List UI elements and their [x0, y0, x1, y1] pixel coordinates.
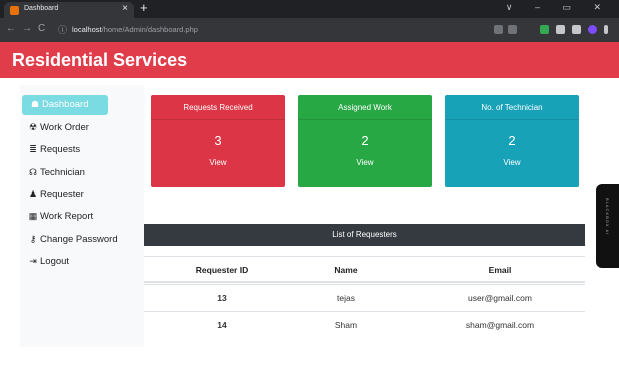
card-count: 2 [361, 133, 369, 148]
email-cell: user@gmail.com [468, 293, 532, 303]
gears-icon: ☢ [28, 122, 38, 132]
widget-label: BLACKBOX AI [605, 198, 610, 236]
sidebar: ☗ Dashboard ☢ Work Order ≣ Requests ☊ Te… [20, 85, 144, 347]
card-count: 3 [214, 133, 222, 148]
sidebar-item-work-report[interactable]: ▦ Work Report [20, 207, 144, 227]
name-cell: Sham [334, 320, 358, 330]
site-info-icon[interactable]: ⓘ [58, 23, 67, 36]
email-cell: sham@gmail.com [465, 320, 535, 330]
view-link[interactable]: View [151, 158, 285, 167]
sidebar-item-label: Requests [40, 144, 81, 155]
browser-tab[interactable]: Dashboard × [4, 2, 134, 18]
table-icon: ▦ [28, 211, 38, 221]
star-icon[interactable] [508, 25, 517, 34]
table-row: 13 tejas user@gmail.com [144, 284, 585, 311]
sidebar-item-logout[interactable]: ⇥ Logout [20, 252, 144, 272]
card-title: No. of Technician [445, 95, 579, 120]
tab-close-icon[interactable]: × [122, 3, 128, 14]
reload-icon[interactable]: C [38, 23, 45, 34]
profile-icon[interactable] [588, 25, 597, 34]
requesters-list-title: List of Requesters [144, 224, 585, 246]
blackbox-ai-widget[interactable]: BLACKBOX AI [596, 184, 619, 268]
sidebar-item-work-order[interactable]: ☢ Work Order [20, 118, 144, 138]
users-icon: ♟ [28, 189, 38, 199]
browser-tab-bar: Dashboard × + ∨ – ▭ ✕ [0, 0, 619, 18]
sidepanel-icon[interactable] [572, 25, 581, 34]
address-bar: ← → C ⓘ localhost/home/Admin/dashboard.p… [0, 18, 619, 42]
brand-title: Residential Services [12, 50, 188, 70]
list-icon: ≣ [29, 144, 37, 154]
new-tab-icon[interactable]: + [140, 0, 148, 15]
table-header-row: Requester ID Name Email [144, 256, 585, 283]
puzzle-icon[interactable] [556, 25, 565, 34]
sidebar-item-label: Requester [40, 189, 84, 200]
headset-icon: ☊ [29, 167, 37, 177]
menu-icon[interactable] [604, 25, 608, 34]
assigned-work-card: Assigned Work 2 View [298, 95, 432, 187]
card-count: 2 [508, 133, 516, 148]
forward-icon[interactable]: → [22, 23, 32, 34]
back-icon[interactable]: ← [6, 23, 16, 34]
url-host: localhost [72, 25, 102, 34]
sidebar-item-change-password[interactable]: ⚷ Change Password [20, 230, 144, 250]
home-icon: ☗ [30, 99, 40, 109]
sidebar-item-dashboard[interactable]: ☗ Dashboard [22, 95, 108, 115]
app-header: Residential Services [0, 42, 619, 78]
sidebar-item-label: Dashboard [42, 99, 89, 110]
sidebar-item-label: Logout [40, 256, 70, 267]
window-controls[interactable]: ∨ – ▭ ✕ [506, 2, 611, 13]
table-row: 14 Sham sham@gmail.com [144, 311, 585, 338]
share-icon[interactable] [494, 25, 503, 34]
sidebar-item-label: Technician [40, 167, 85, 178]
card-title: Assigned Work [298, 95, 432, 120]
view-link[interactable]: View [445, 158, 579, 167]
sidebar-item-technician[interactable]: ☊ Technician [20, 163, 144, 183]
sidebar-item-requests[interactable]: ≣ Requests [20, 140, 144, 160]
technician-count-card: No. of Technician 2 View [445, 95, 579, 187]
url-path: /home/Admin/dashboard.php [101, 25, 198, 34]
extension-icon[interactable] [540, 25, 549, 34]
sidebar-item-label: Change Password [40, 234, 118, 245]
column-header: Email [488, 265, 512, 275]
sidebar-item-label: Work Order [40, 122, 89, 133]
column-header: Name [334, 265, 358, 275]
logout-icon: ⇥ [29, 256, 37, 266]
requests-received-card: Requests Received 3 View [151, 95, 285, 187]
view-link[interactable]: View [298, 158, 432, 167]
name-cell: tejas [337, 293, 355, 303]
sidebar-item-label: Work Report [40, 211, 94, 222]
card-title: Requests Received [151, 95, 285, 120]
url-field[interactable]: ⓘ localhost/home/Admin/dashboard.php [58, 22, 410, 38]
favicon-icon [10, 6, 19, 15]
sidebar-item-requester[interactable]: ♟ Requester [20, 185, 144, 205]
tab-title: Dashboard [24, 5, 59, 12]
key-icon: ⚷ [29, 234, 37, 244]
